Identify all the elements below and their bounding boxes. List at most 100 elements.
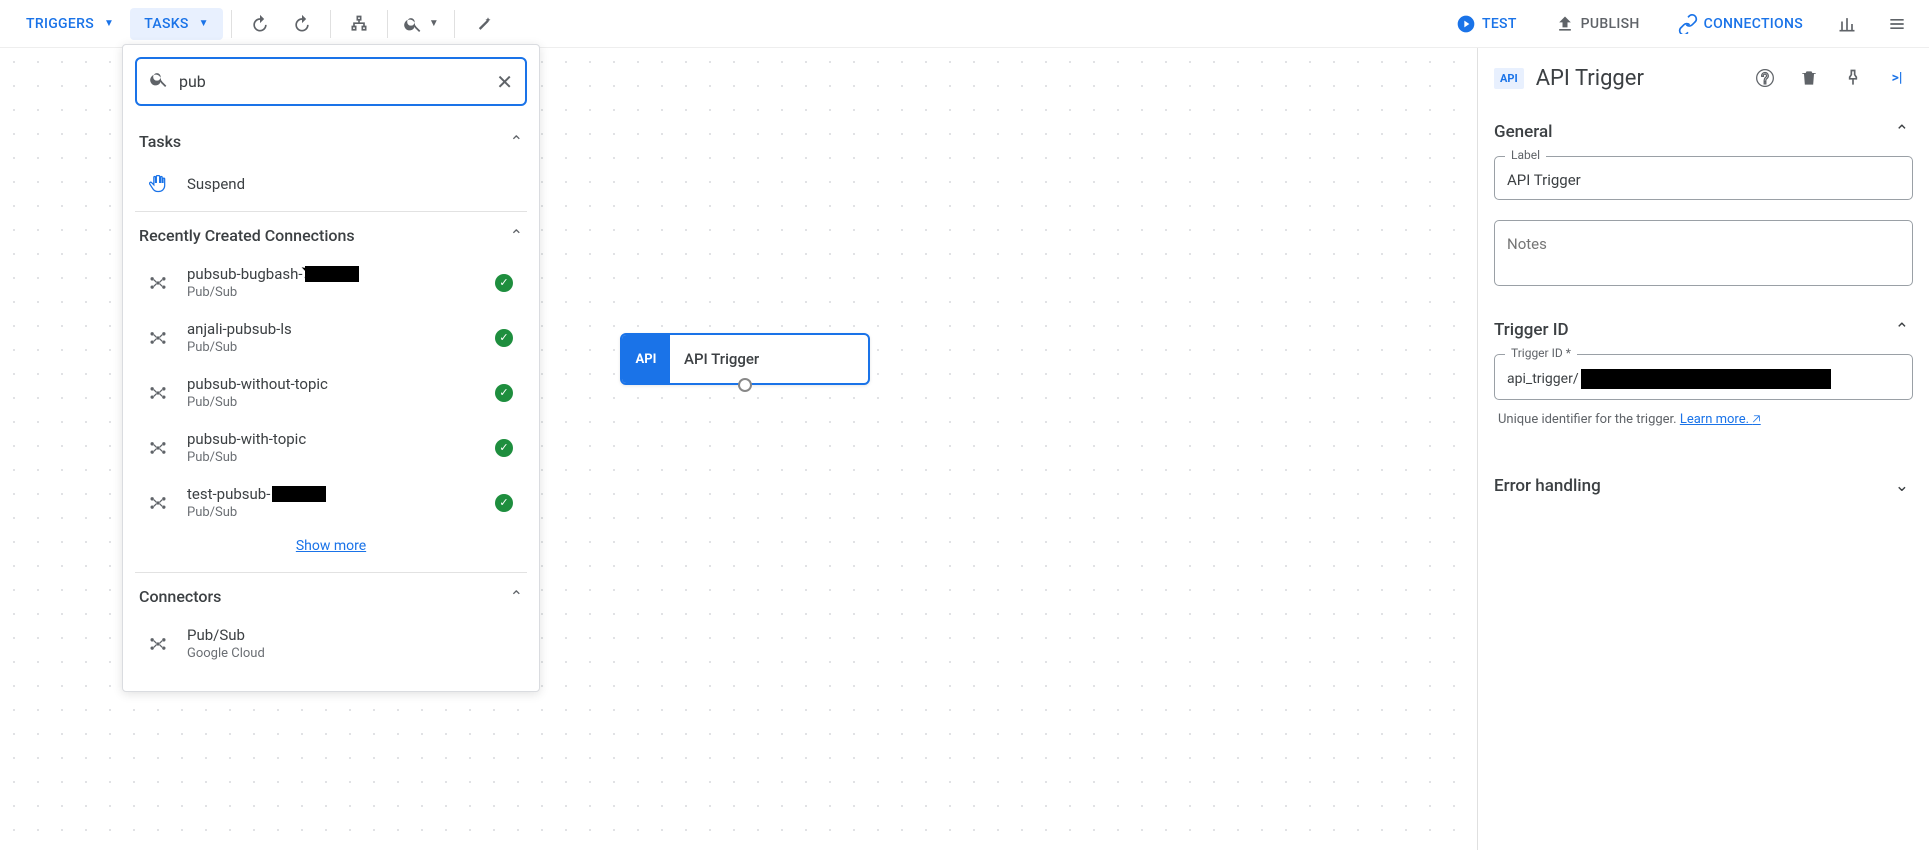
publish-label: PUBLISH bbox=[1581, 16, 1640, 32]
publish-button[interactable]: PUBLISH bbox=[1541, 6, 1654, 42]
chevron-up-icon: ⌃ bbox=[1895, 122, 1909, 142]
undo-icon bbox=[250, 14, 270, 34]
pubsub-icon bbox=[145, 631, 171, 657]
search-input[interactable] bbox=[179, 72, 486, 91]
hand-icon bbox=[145, 171, 171, 197]
connection-sub: Pub/Sub bbox=[187, 450, 479, 465]
sidebar-badge: API bbox=[1494, 68, 1524, 89]
connection-name: pubsub-without-topic bbox=[187, 375, 479, 393]
clear-search-button[interactable]: ✕ bbox=[496, 70, 513, 94]
status-ok-icon: ✓ bbox=[495, 329, 513, 347]
connection-name: test-pubsub- bbox=[187, 485, 270, 503]
status-ok-icon: ✓ bbox=[495, 494, 513, 512]
label-input[interactable] bbox=[1507, 171, 1900, 189]
status-ok-icon: ✓ bbox=[495, 274, 513, 292]
redacted bbox=[1581, 369, 1831, 389]
learn-more-link[interactable]: Learn more. 🡥 bbox=[1680, 412, 1761, 427]
trigger-id-field[interactable]: Trigger ID * api_trigger/ bbox=[1494, 354, 1913, 400]
connection-item[interactable]: pubsub-bugbash- Pub/Sub ✓ bbox=[123, 255, 539, 310]
divider bbox=[135, 211, 527, 212]
divider bbox=[135, 572, 527, 573]
task-item-label: Suspend bbox=[187, 175, 523, 193]
sidebar-title: API Trigger bbox=[1536, 66, 1737, 91]
magic-button[interactable] bbox=[463, 4, 503, 44]
test-button[interactable]: TEST bbox=[1442, 6, 1531, 42]
connector-item[interactable]: Pub/Sub Google Cloud bbox=[123, 616, 539, 671]
recent-connections-header[interactable]: Recently Created Connections ⌃ bbox=[123, 216, 539, 255]
label-field-label: Label bbox=[1505, 148, 1546, 162]
chevron-up-icon: ⌃ bbox=[510, 132, 523, 151]
trigger-id-field-label: Trigger ID * bbox=[1505, 346, 1577, 360]
separator bbox=[387, 10, 388, 38]
connection-item[interactable]: test-pubsub- Pub/Sub ✓ bbox=[123, 475, 539, 530]
triggers-label: TRIGGERS bbox=[26, 16, 94, 32]
layout-button[interactable] bbox=[339, 4, 379, 44]
collapse-button[interactable]: >| bbox=[1881, 62, 1913, 94]
chevron-up-icon: ⌃ bbox=[510, 587, 523, 606]
chart-button[interactable] bbox=[1827, 4, 1867, 44]
wand-icon bbox=[473, 14, 493, 34]
sitemap-icon bbox=[349, 14, 369, 34]
connectors-section-title: Connectors bbox=[139, 587, 221, 606]
connections-label: CONNECTIONS bbox=[1704, 16, 1803, 32]
upload-icon bbox=[1555, 14, 1575, 34]
status-ok-icon: ✓ bbox=[495, 384, 513, 402]
zoom-dropdown[interactable]: ▼ bbox=[396, 4, 446, 44]
chart-icon bbox=[1837, 14, 1857, 34]
pubsub-icon bbox=[145, 380, 171, 406]
tasks-panel: ✕ Tasks ⌃ Suspend Recently Created Conne… bbox=[122, 44, 540, 692]
collapse-right-icon: >| bbox=[1892, 70, 1903, 86]
connection-sub: Pub/Sub bbox=[187, 505, 479, 520]
connection-item[interactable]: pubsub-with-topic Pub/Sub ✓ bbox=[123, 420, 539, 475]
trigger-id-prefix: api_trigger/ bbox=[1507, 371, 1579, 387]
general-section-header[interactable]: General ⌃ bbox=[1494, 108, 1913, 156]
pubsub-icon bbox=[145, 270, 171, 296]
test-label: TEST bbox=[1482, 16, 1517, 32]
general-title: General bbox=[1494, 122, 1552, 142]
node-output-port[interactable] bbox=[738, 378, 752, 392]
show-more-link[interactable]: Show more bbox=[296, 538, 366, 554]
connection-item[interactable]: anjali-pubsub-ls Pub/Sub ✓ bbox=[123, 310, 539, 365]
pin-button[interactable] bbox=[1837, 62, 1869, 94]
tasks-section-header[interactable]: Tasks ⌃ bbox=[123, 122, 539, 161]
notes-field[interactable] bbox=[1494, 220, 1913, 286]
connection-item[interactable]: pubsub-without-topic Pub/Sub ✓ bbox=[123, 365, 539, 420]
help-button[interactable] bbox=[1749, 62, 1781, 94]
menu-icon bbox=[1887, 14, 1907, 34]
task-item-suspend[interactable]: Suspend bbox=[123, 161, 539, 207]
menu-button[interactable] bbox=[1877, 4, 1917, 44]
pubsub-icon bbox=[145, 490, 171, 516]
connector-name: Pub/Sub bbox=[187, 626, 523, 644]
label-field[interactable]: Label bbox=[1494, 156, 1913, 200]
tasks-dropdown[interactable]: TASKS ▼ bbox=[130, 8, 223, 40]
tasks-label: TASKS bbox=[144, 16, 188, 32]
external-link-icon: 🡥 bbox=[1752, 412, 1760, 427]
api-trigger-node[interactable]: API API Trigger bbox=[620, 333, 870, 385]
play-circle-icon bbox=[1456, 14, 1476, 34]
redo-button[interactable] bbox=[282, 4, 322, 44]
search-icon bbox=[149, 69, 169, 94]
connection-name: anjali-pubsub-ls bbox=[187, 320, 479, 338]
pin-icon bbox=[1843, 68, 1863, 88]
connection-sub: Pub/Sub bbox=[187, 395, 479, 410]
node-label: API Trigger bbox=[670, 350, 759, 368]
search-field[interactable]: ✕ bbox=[135, 57, 527, 106]
connection-sub: Pub/Sub bbox=[187, 285, 479, 300]
separator bbox=[231, 10, 232, 38]
caret-down-icon: ▼ bbox=[199, 18, 209, 29]
node-badge: API bbox=[622, 335, 670, 383]
trigger-id-hint: Unique identifier for the trigger. bbox=[1498, 412, 1680, 427]
connectors-section-header[interactable]: Connectors ⌃ bbox=[123, 577, 539, 616]
status-ok-icon: ✓ bbox=[495, 439, 513, 457]
connection-name: pubsub-bugbash- bbox=[187, 265, 303, 283]
delete-button[interactable] bbox=[1793, 62, 1825, 94]
connections-button[interactable]: CONNECTIONS bbox=[1664, 6, 1817, 42]
error-handling-section-header[interactable]: Error handling ⌄ bbox=[1494, 462, 1913, 510]
triggers-dropdown[interactable]: TRIGGERS ▼ bbox=[12, 8, 128, 40]
redo-icon bbox=[292, 14, 312, 34]
connection-sub: Pub/Sub bbox=[187, 340, 479, 355]
chevron-up-icon: ⌃ bbox=[510, 226, 523, 245]
notes-input[interactable] bbox=[1507, 235, 1900, 271]
zoom-icon bbox=[403, 14, 423, 34]
undo-button[interactable] bbox=[240, 4, 280, 44]
